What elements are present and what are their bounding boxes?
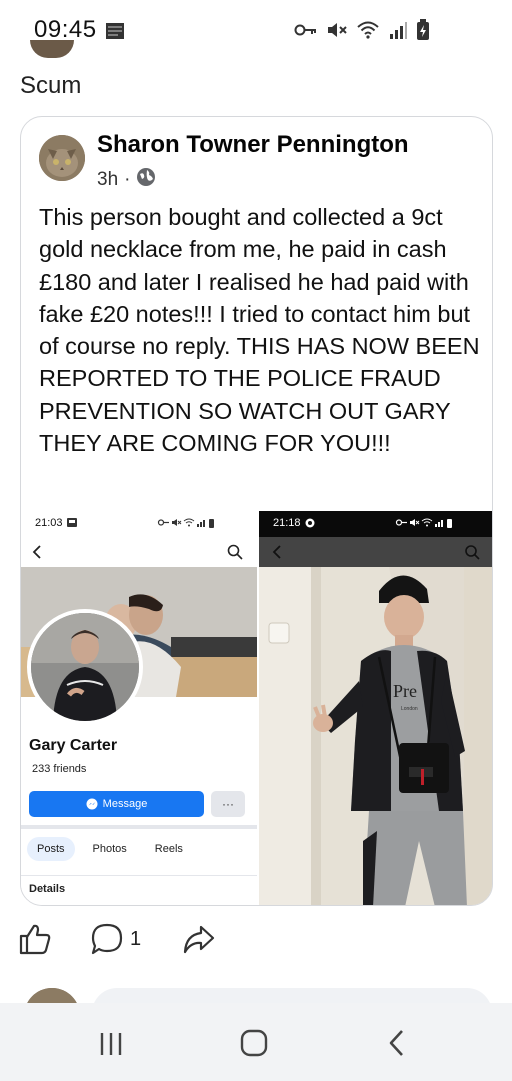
battery-charging-icon (416, 19, 430, 46)
post-caption: Scum (20, 72, 82, 99)
mini-status-icons (157, 518, 214, 528)
mini-status-time: 21:03 (35, 517, 63, 529)
post-actions: 1 (18, 920, 318, 960)
mute-icon (326, 20, 348, 45)
recents-button[interactable] (98, 1031, 124, 1062)
photo-person-screenshot[interactable]: Pre London 21:18 (259, 511, 492, 905)
section-divider (21, 825, 257, 829)
wifi-icon (356, 20, 380, 45)
notification-icon (67, 518, 77, 527)
tab-posts[interactable]: Posts (27, 837, 75, 861)
details-heading: Details (29, 883, 66, 895)
message-label: Message (102, 798, 148, 810)
shared-post-card[interactable]: Sharon Towner Pennington 3h · This perso… (20, 116, 493, 906)
vpn-key-icon (294, 21, 318, 44)
home-icon (240, 1029, 268, 1057)
status-icons (294, 19, 430, 46)
tabs-divider (21, 875, 257, 876)
hoodie-brand-text: Pre (393, 681, 417, 701)
post-meta: 3h · (97, 167, 156, 193)
mini-status-icons-dark (395, 518, 452, 528)
comment-icon (91, 923, 123, 955)
back-arrow-icon[interactable] (31, 545, 43, 559)
share-icon (183, 925, 215, 954)
notification-icon (104, 20, 126, 47)
profile-picture[interactable] (27, 609, 143, 725)
globe-icon (136, 167, 156, 193)
search-icon[interactable] (227, 544, 243, 560)
thumbs-up-icon (19, 924, 51, 955)
status-bar: 09:45 (0, 0, 512, 62)
comment-button[interactable]: 1 (90, 922, 141, 956)
comment-count: 1 (130, 927, 142, 950)
tab-photos[interactable]: Photos (83, 837, 137, 861)
system-nav-bar (0, 1003, 512, 1081)
hoodie-brand-subtext: London (401, 706, 418, 712)
post-photos: 21:03 Gary Carter 233 friends Message ··… (21, 511, 492, 905)
author-name[interactable]: Sharon Towner Pennington (97, 131, 409, 159)
post-time[interactable]: 3h (97, 169, 118, 191)
settings-badge-icon (305, 518, 315, 528)
home-button[interactable] (240, 1029, 268, 1062)
author-avatar[interactable] (39, 135, 85, 181)
more-options-button[interactable]: ··· (211, 791, 245, 817)
share-button[interactable] (182, 922, 216, 961)
mini-status-time-dark: 21:18 (273, 517, 301, 529)
photo-profile-screenshot[interactable]: 21:03 Gary Carter 233 friends Message ··… (21, 511, 257, 905)
message-button[interactable]: Message (29, 791, 204, 817)
tab-reels[interactable]: Reels (145, 837, 193, 861)
post-body: This person bought and collected a 9ct g… (39, 204, 480, 457)
back-button[interactable] (386, 1029, 408, 1062)
like-button[interactable] (18, 922, 52, 961)
meta-separator: · (124, 169, 131, 190)
back-icon (389, 1030, 403, 1056)
friends-count[interactable]: 233 friends (32, 763, 86, 775)
profile-name: Gary Carter (29, 737, 118, 754)
messenger-icon (86, 798, 98, 810)
mini-nav-bar (21, 537, 257, 567)
person-photo: Pre London (259, 511, 492, 905)
signal-icon (388, 20, 408, 45)
profile-tabs: Posts Photos Reels (27, 837, 193, 861)
mini-status-bar: 21:03 (21, 511, 257, 537)
recents-icon (100, 1033, 122, 1055)
